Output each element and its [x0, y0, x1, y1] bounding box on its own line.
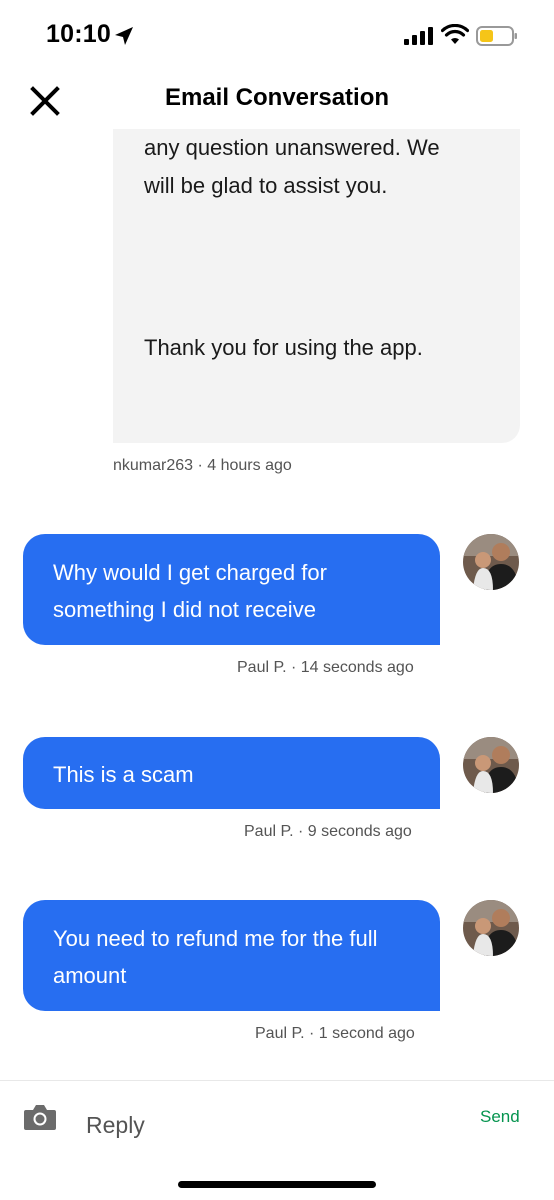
message-line: This is a scam	[53, 762, 194, 787]
message-meta: Paul P. · 9 seconds ago	[244, 823, 412, 840]
status-time: 10:10	[46, 20, 111, 48]
avatar-photo-icon	[463, 534, 519, 590]
message-line: any question unanswered. We	[144, 135, 440, 160]
wifi-icon	[441, 24, 469, 44]
cellular-signal-icon	[404, 27, 433, 45]
home-indicator	[178, 1181, 376, 1188]
message-line: something I did not receive	[53, 597, 316, 622]
battery-low-icon	[476, 26, 517, 46]
send-button[interactable]: Send	[480, 1107, 520, 1127]
message-meta: Paul P. · 1 second ago	[255, 1025, 415, 1042]
avatar-photo-icon	[463, 900, 519, 956]
reply-input[interactable]	[86, 1107, 446, 1143]
message-bubble-outgoing: Why would I get charged for something I …	[23, 534, 440, 645]
message-line: Why would I get charged for	[53, 560, 327, 585]
camera-icon[interactable]	[23, 1103, 57, 1131]
header: Email Conversation	[0, 70, 554, 128]
avatar[interactable]	[463, 534, 519, 590]
avatar[interactable]	[463, 737, 519, 793]
status-bar: 10:10	[0, 0, 554, 70]
page-title: Email Conversation	[164, 84, 390, 111]
avatar-photo-icon	[463, 737, 519, 793]
message-line: You need to refund me for the full	[53, 926, 378, 951]
message-meta: nkumar263 · 4 hours ago	[113, 457, 292, 474]
message-bubble-outgoing: This is a scam	[23, 737, 440, 809]
location-arrow-icon	[115, 27, 133, 45]
message-line: amount	[53, 963, 127, 988]
message-line: will be glad to assist you.	[144, 173, 388, 198]
message-meta: Paul P. · 14 seconds ago	[237, 659, 414, 676]
message-bubble-outgoing: You need to refund me for the full amoun…	[23, 900, 440, 1011]
message-line: Thank you for using the app.	[144, 335, 423, 360]
avatar[interactable]	[463, 900, 519, 956]
message-bubble-incoming: any question unanswered. We will be glad…	[113, 129, 520, 443]
